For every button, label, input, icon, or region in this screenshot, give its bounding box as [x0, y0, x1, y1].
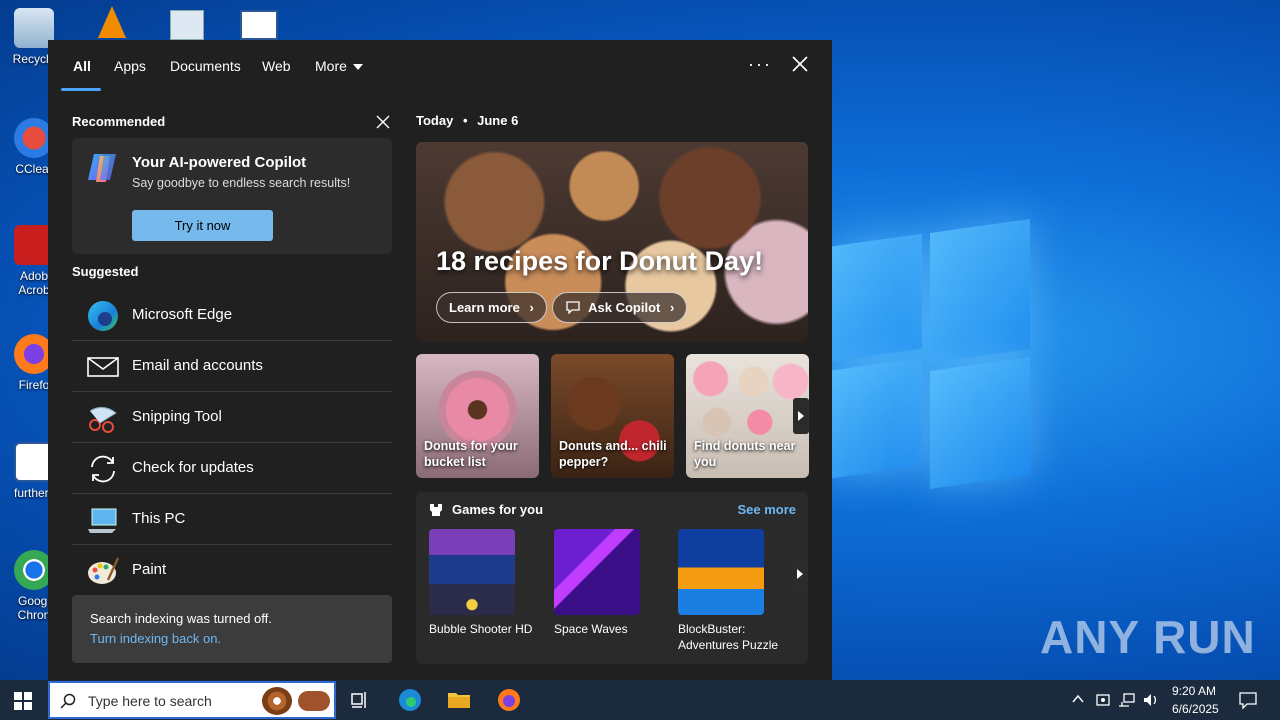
edge-icon[interactable] [398, 688, 422, 712]
today-separator: • [462, 113, 468, 128]
search-icon [60, 693, 76, 709]
image-file-icon[interactable] [170, 10, 204, 40]
chevron-right-icon: › [670, 300, 675, 315]
chess-piece-icon [430, 504, 442, 516]
tab-apps[interactable]: Apps [114, 58, 146, 74]
vlc-icon[interactable] [92, 6, 132, 40]
turn-indexing-on-link[interactable]: Turn indexing back on. [90, 631, 221, 646]
ask-copilot-button[interactable]: Ask Copilot › [552, 292, 688, 323]
suggested-item-check-updates[interactable]: Check for updates [72, 443, 392, 494]
tab-more-label: More [315, 58, 347, 74]
tile-find-donuts-near-you[interactable]: Find donuts near you [686, 354, 809, 478]
search-indexing-notice: Search indexing was turned off. Turn ind… [72, 595, 392, 663]
task-view-icon[interactable] [348, 688, 372, 712]
game-blockbuster[interactable]: BlockBuster: Adventures Puzzle [678, 529, 778, 653]
dismiss-recommended-icon[interactable] [376, 115, 390, 129]
hero-card-donut-day[interactable]: 18 recipes for Donut Day! Learn more › A… [416, 142, 808, 342]
tab-all[interactable]: All [73, 58, 91, 74]
bubble-shooter-thumbnail [429, 529, 515, 615]
game-space-waves[interactable]: Space Waves [554, 529, 640, 637]
caret-down-icon [352, 64, 363, 71]
volume-icon[interactable] [1142, 692, 1160, 708]
network-icon[interactable] [1118, 692, 1136, 708]
today-label: Today [416, 113, 454, 128]
chevron-up-icon[interactable] [1072, 694, 1084, 704]
game-bubble-shooter[interactable]: Bubble Shooter HD [429, 529, 532, 637]
paint-palette-icon [88, 557, 120, 584]
search-placeholder: Type here to search [88, 693, 212, 709]
tiles-next-arrow-icon[interactable] [793, 398, 809, 434]
learn-more-button[interactable]: Learn more › [436, 292, 547, 323]
games-next-arrow-icon[interactable] [792, 556, 808, 592]
hero-title: 18 recipes for Donut Day! [436, 246, 764, 276]
copilot-logo-icon [88, 154, 116, 182]
clock-time[interactable]: 9:20 AM [1172, 684, 1216, 698]
firefox-icon[interactable] [497, 688, 521, 712]
donut-doodle-icon[interactable] [262, 687, 292, 715]
suggested-item-microsoft-edge[interactable]: Microsoft Edge [72, 290, 392, 341]
copilot-subtitle: Say goodbye to endless search results! [132, 176, 351, 190]
tab-documents[interactable]: Documents [170, 58, 241, 74]
scissors-icon [89, 407, 117, 433]
games-for-you-card: Games for you See more Bubble Shooter HD… [416, 492, 808, 664]
taskbar: Type here to search 9:20 AM 6/6/2025 [0, 680, 1280, 720]
start-windows-icon[interactable] [14, 692, 32, 710]
suggested-item-this-pc[interactable]: This PC [72, 494, 392, 545]
indexing-message: Search indexing was turned off. [90, 611, 272, 626]
taskbar-search-box[interactable]: Type here to search [48, 681, 336, 719]
blockbuster-thumbnail [678, 529, 764, 615]
tile-donuts-chili-pepper[interactable]: Donuts and... chili pepper? [551, 354, 674, 478]
recommended-heading: Recommended [72, 114, 166, 129]
mail-envelope-icon [87, 357, 119, 377]
search-tabs: All Apps Documents Web More ··· [48, 40, 832, 94]
clock-date[interactable]: 6/6/2025 [1172, 702, 1219, 716]
suggested-app-list: Microsoft Edge Email and accounts Snippi… [72, 290, 392, 596]
file-explorer-icon[interactable] [447, 688, 471, 712]
today-header: Today • June 6 [416, 113, 518, 128]
suggested-item-snipping-tool[interactable]: Snipping Tool [72, 392, 392, 443]
try-it-now-button[interactable]: Try it now [132, 210, 273, 241]
word-file-icon[interactable] [240, 10, 278, 40]
space-waves-thumbnail [554, 529, 640, 615]
learn-more-label: Learn more [449, 300, 520, 315]
see-more-link[interactable]: See more [737, 502, 796, 517]
tile-donuts-bucket-list[interactable]: Donuts for your bucket list [416, 354, 539, 478]
active-tab-indicator [61, 88, 101, 91]
chat-bubble-icon [566, 301, 580, 315]
copilot-title: Your AI-powered Copilot [132, 154, 307, 171]
donut-doodle-icon[interactable] [298, 691, 330, 711]
security-shield-icon[interactable] [1095, 692, 1111, 708]
more-options-icon[interactable]: ··· [748, 54, 772, 75]
notifications-icon[interactable] [1238, 690, 1258, 710]
ask-copilot-label: Ask Copilot [588, 300, 661, 315]
close-icon[interactable] [790, 54, 810, 74]
today-date: June 6 [477, 113, 519, 128]
computer-icon [88, 508, 117, 533]
tab-web[interactable]: Web [262, 58, 291, 74]
search-panel: All Apps Documents Web More ··· Recommen… [48, 40, 832, 680]
edge-icon [88, 301, 118, 331]
suggested-heading: Suggested [72, 264, 139, 279]
games-heading: Games for you [452, 502, 544, 517]
copilot-card: Your AI-powered Copilot Say goodbye to e… [72, 138, 392, 254]
suggested-item-email-accounts[interactable]: Email and accounts [72, 341, 392, 392]
anyrun-watermark: ANY RUN [1040, 611, 1256, 663]
suggested-item-paint[interactable]: Paint [72, 545, 392, 596]
chevron-right-icon: › [529, 300, 534, 315]
refresh-sync-icon [91, 455, 115, 483]
tab-more[interactable]: More [315, 58, 363, 74]
